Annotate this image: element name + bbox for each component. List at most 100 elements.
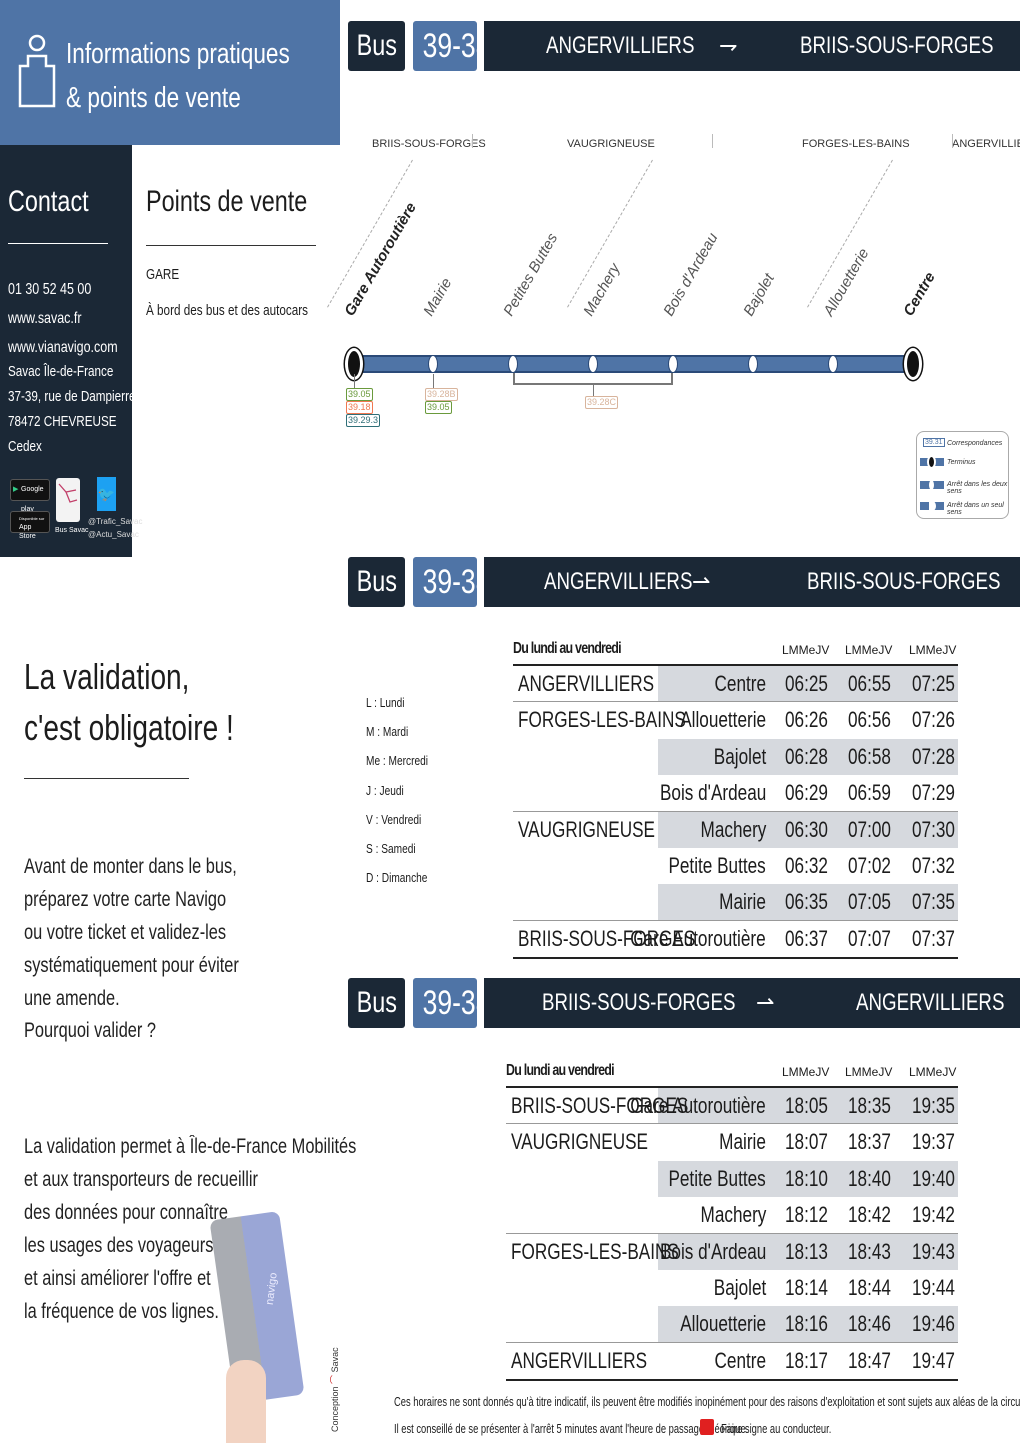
- departure-time: 19:47: [912, 1347, 955, 1373]
- stop-marker[interactable]: [748, 355, 758, 373]
- table-row: Petite Buttes 06:32 07:02 07:32: [0, 848, 1020, 884]
- correspondance-badge[interactable]: 39.28C: [585, 396, 619, 409]
- stop-name[interactable]: Bois d'Ardeau: [660, 230, 721, 319]
- stop: Mairie: [719, 889, 766, 915]
- departure-time: 19:46: [912, 1311, 955, 1337]
- bidirectional-arrow-icon: ⇁: [719, 33, 738, 58]
- link-savac[interactable]: www.savac.fr: [8, 304, 82, 333]
- stop: Bois d'Ardeau: [659, 1238, 766, 1264]
- table-row: BRIIS-SOUS-FORGES Gare Autoroutière 18:05 1…: [0, 1088, 1020, 1124]
- departure-time: 07:30: [912, 816, 955, 842]
- text-line: une amende.: [24, 987, 120, 1010]
- point-vente-bord: À bord des bus et des autocars: [146, 302, 308, 319]
- stop-marker[interactable]: [428, 355, 438, 373]
- table-row: FORGES-LES-BAINS Allouetterie 06:26 06:56 07…: [0, 702, 1020, 738]
- departure-time: 07:07: [848, 925, 891, 951]
- correspondance-badge[interactable]: 39.05: [346, 388, 373, 401]
- stop-marker[interactable]: [828, 355, 838, 373]
- stop-name[interactable]: Petites Buttes: [500, 230, 561, 319]
- stop-marker[interactable]: [668, 355, 678, 373]
- departure-time: 18:14: [785, 1275, 828, 1300]
- departure-time: 07:37: [912, 925, 955, 951]
- table-row: BRIIS-SOUS-FORGES Gare Autoroutière 06:37 0…: [0, 921, 1020, 957]
- stop-marker[interactable]: [508, 355, 518, 373]
- table-row: Bajolet 06:28 06:58 07:28: [0, 739, 1020, 775]
- zone-label: VAUGRIGNEUSE: [567, 138, 655, 150]
- stop-name[interactable]: Mairie: [420, 275, 455, 319]
- correspondance-badge[interactable]: 39.18: [346, 401, 373, 414]
- correspondance-badge[interactable]: 39.29.3: [346, 414, 381, 427]
- departure-time: 06:59: [848, 780, 891, 806]
- period-label: Du lundi au vendredi: [513, 640, 622, 657]
- table-row: FORGES-LES-BAINS Bois d'Ardeau 18:13 18:43 1…: [0, 1234, 1020, 1270]
- line-map: BRIIS-SOUS-FORGES VAUGRIGNEUSE FORGES-LES-…: [327, 130, 1020, 430]
- stop: Centre: [714, 1347, 766, 1373]
- stop: Mairie: [719, 1129, 766, 1155]
- phone[interactable]: 01 30 52 45 00: [8, 275, 91, 304]
- stop-name[interactable]: Bajolet: [740, 271, 778, 319]
- departure-time: 19:35: [912, 1093, 955, 1118]
- stop-marker[interactable]: [588, 355, 598, 373]
- departure-time: 06:32: [785, 853, 828, 878]
- correspondance-badge[interactable]: 39.28B: [425, 388, 458, 401]
- terminus-to: BRIIS-SOUS-FORGES: [800, 32, 994, 59]
- line-badge: 39-38: [413, 557, 490, 607]
- correspondance-badge[interactable]: 39.05: [425, 401, 452, 414]
- stop: Machery: [700, 816, 766, 842]
- table-row: Petite Buttes 18:10 18:40 19:40: [0, 1161, 1020, 1197]
- departure-time: 07:35: [912, 889, 955, 915]
- table-row: ANGERVILLIERS Centre 06:25 06:55 07:25: [0, 666, 1020, 702]
- departure-time: 07:02: [848, 853, 891, 878]
- direction-to: ANGERVILLIERS: [856, 989, 1005, 1016]
- commune: ANGERVILLIERS: [518, 671, 655, 696]
- bus-badge: Bus: [348, 21, 405, 71]
- stop-name[interactable]: Machery: [580, 261, 623, 319]
- terminus-from: ANGERVILLIERS: [546, 32, 695, 59]
- departure-time: 18:47: [848, 1347, 891, 1373]
- contact-sidebar: Contact 01 30 52 45 00 www.savac.fr www.…: [0, 145, 143, 557]
- departure-time: 18:44: [848, 1275, 891, 1300]
- departure-time: 19:40: [912, 1165, 955, 1191]
- google-play-button[interactable]: ▶ Google play: [10, 479, 50, 513]
- stop-name[interactable]: Centre: [900, 269, 938, 319]
- hail-instruction: Faire signe au conducteur.: [721, 1421, 832, 1436]
- direction-bar: ANGERVILLIERS ⇀ BRIIS-SOUS-FORGES: [484, 557, 1020, 607]
- zone-label: FORGES-LES-BAINS: [802, 138, 910, 150]
- table-row: ANGERVILLIERS Centre 18:17 18:47 19:47: [0, 1343, 1020, 1379]
- link-vianavigo[interactable]: www.vianavigo.com: [8, 333, 118, 362]
- departure-time: 06:28: [785, 743, 828, 769]
- twitter-handle-2[interactable]: @Actu_Savac: [88, 528, 143, 541]
- departure-time: 07:28: [912, 743, 955, 769]
- commune: ANGERVILLIERS: [511, 1347, 648, 1373]
- days-header: LMMeJV: [845, 643, 893, 657]
- departure-time: 06:26: [785, 707, 828, 733]
- point-vente-gare: GARE: [146, 266, 180, 283]
- direction-from: ANGERVILLIERS: [544, 568, 693, 595]
- app-store-button[interactable]: Disponible sur App Store: [10, 511, 50, 540]
- departure-time: 07:05: [848, 889, 891, 915]
- direction-to: BRIIS-SOUS-FORGES: [807, 568, 1001, 595]
- commune: FORGES-LES-BAINS: [511, 1238, 679, 1264]
- days-header: LMMeJV: [782, 1065, 830, 1079]
- direction-bar: ANGERVILLIERS ⇁ BRIIS-SOUS-FORGES: [484, 21, 1020, 71]
- departure-time: 06:58: [848, 743, 891, 769]
- departure-time: 18:16: [785, 1311, 828, 1337]
- departure-time: 18:35: [848, 1093, 891, 1118]
- city: 78472 CHEVREUSE: [8, 413, 117, 430]
- departure-time: 18:12: [785, 1202, 828, 1228]
- twitter-icon[interactable]: 🐦: [97, 477, 116, 511]
- terminus-marker[interactable]: [904, 348, 922, 380]
- bus-savac-app-icon[interactable]: [56, 478, 80, 522]
- table-row: Machery 18:12 18:42 19:42: [0, 1197, 1020, 1233]
- line-badge: 39-38: [413, 978, 490, 1028]
- street: 37-39, rue de Dampierre: [8, 388, 136, 405]
- person-icon: [18, 34, 56, 108]
- info-header: Informations pratiques & points de vente: [0, 0, 340, 145]
- twitter-handle-1[interactable]: @Trafic_Savac: [88, 515, 143, 528]
- direction-from: BRIIS-SOUS-FORGES: [542, 989, 736, 1016]
- departure-time: 19:44: [912, 1275, 955, 1300]
- stop-name[interactable]: Allouetterie: [820, 246, 872, 319]
- zone-label: BRIIS-SOUS-FORGES: [372, 138, 486, 150]
- departure-time: 18:13: [785, 1238, 828, 1264]
- direction-arrow-icon: ⇀: [692, 569, 711, 594]
